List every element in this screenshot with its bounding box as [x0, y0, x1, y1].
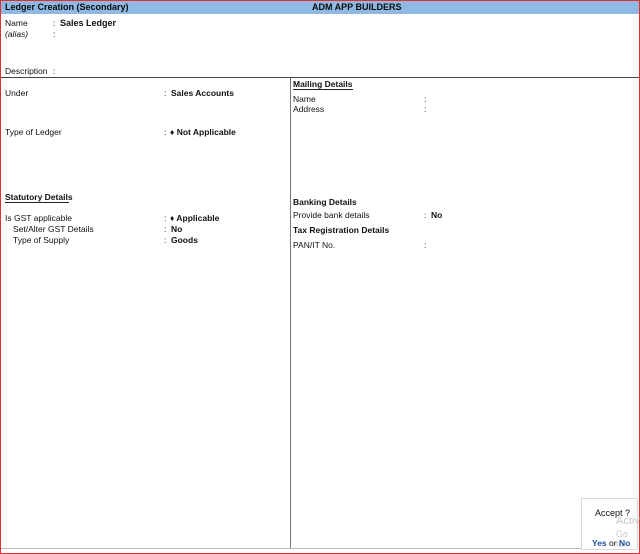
type-of-ledger-label: Type of Ledger: [5, 127, 62, 137]
accept-options: Yes or No: [592, 538, 630, 548]
under-label: Under: [5, 88, 29, 98]
provide-bank-details-label: Provide bank details: [293, 210, 370, 220]
company-name: ADM APP BUILDERS: [312, 2, 402, 12]
provide-bank-details-colon: :: [424, 210, 427, 220]
pan-label: PAN/IT No.: [293, 240, 336, 250]
provide-bank-details-field[interactable]: No: [431, 210, 442, 220]
gst-applicable-field[interactable]: ♦ Applicable: [170, 213, 219, 223]
type-of-supply-colon: :: [164, 235, 167, 245]
set-alter-gst-colon: :: [164, 224, 167, 234]
accept-dialog: Accept ? Activ Go to Yes or No: [581, 498, 640, 550]
set-alter-gst-label: Set/Alter GST Details: [13, 224, 94, 234]
or-text: or: [609, 538, 617, 548]
type-of-ledger-colon: :: [164, 127, 167, 137]
set-alter-gst-field[interactable]: No: [171, 224, 182, 234]
name-field[interactable]: Sales Ledger: [60, 18, 116, 28]
banking-heading: Banking Details: [293, 197, 357, 207]
mailing-name-colon[interactable]: :: [424, 94, 426, 104]
column-divider: [290, 78, 291, 548]
description-label: Description: [5, 66, 48, 76]
mailing-underline: [293, 89, 353, 90]
tax-registration-heading: Tax Registration Details: [293, 225, 390, 235]
under-colon: :: [164, 88, 167, 98]
alias-colon: :: [53, 29, 56, 39]
title-bar: Ledger Creation (Secondary) ADM APP BUIL…: [1, 1, 639, 14]
mailing-address-colon[interactable]: :: [424, 104, 426, 114]
yes-button[interactable]: Yes: [592, 538, 607, 548]
activation-watermark: Activ: [616, 515, 640, 527]
divider: [1, 77, 639, 78]
under-field[interactable]: Sales Accounts: [171, 88, 234, 98]
mailing-name-label: Name: [293, 94, 316, 104]
name-colon: :: [53, 18, 56, 28]
name-label: Name: [5, 18, 28, 28]
statutory-underline: [5, 202, 69, 203]
gst-applicable-colon: :: [164, 213, 167, 223]
gst-applicable-label: Is GST applicable: [5, 213, 72, 223]
screen-title: Ledger Creation (Secondary): [5, 2, 129, 12]
description-colon: :: [53, 66, 56, 76]
no-button[interactable]: No: [619, 538, 630, 548]
bottom-border: [1, 548, 581, 549]
type-of-supply-label: Type of Supply: [13, 235, 70, 245]
type-of-supply-field[interactable]: Goods: [171, 235, 198, 245]
statutory-heading: Statutory Details: [5, 192, 73, 202]
type-of-ledger-field[interactable]: ♦ Not Applicable: [170, 127, 236, 137]
mailing-address-label: Address: [293, 104, 325, 114]
alias-label: (alias): [5, 29, 29, 39]
mailing-heading: Mailing Details: [293, 79, 353, 89]
pan-colon[interactable]: :: [424, 240, 426, 250]
